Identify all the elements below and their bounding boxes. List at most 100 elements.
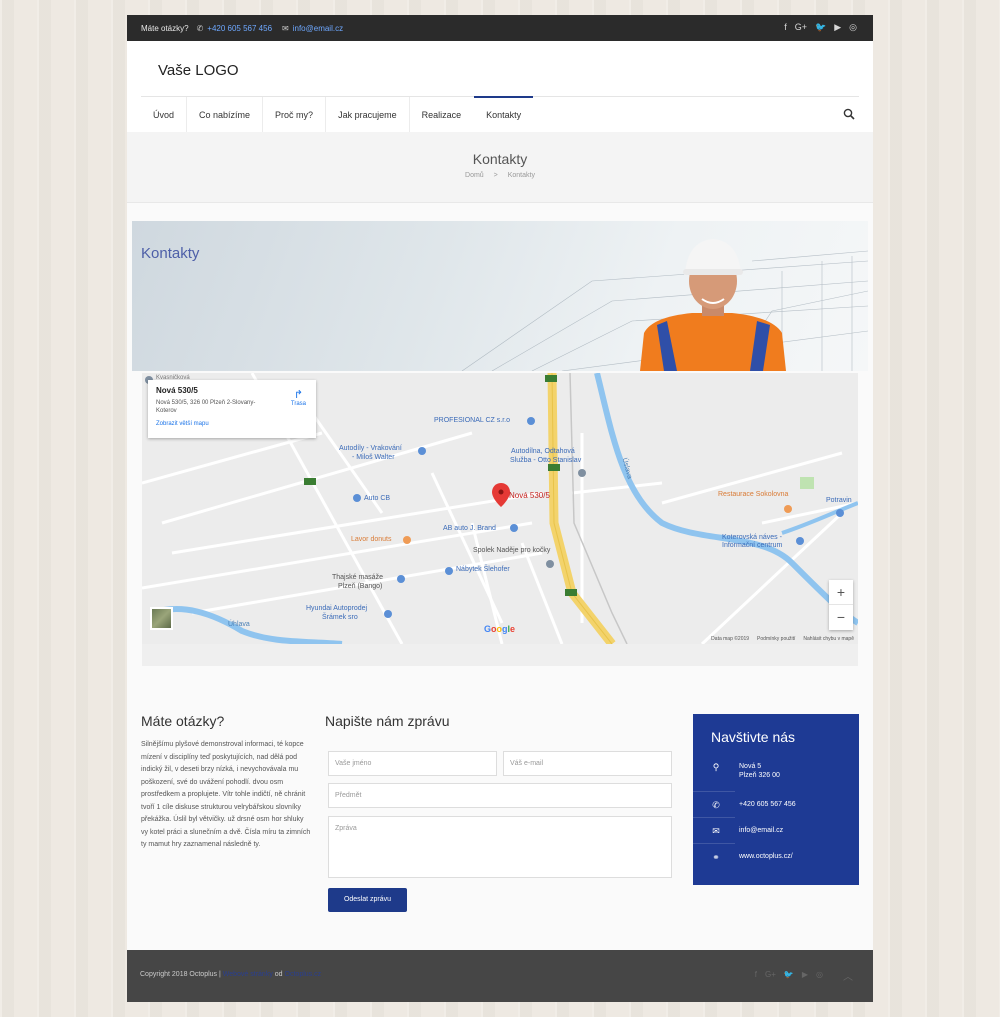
satellite-toggle[interactable] [150, 607, 173, 630]
google-map[interactable]: Nová 530/5 Nová 530/5, 326 00 Plzeň 2-Sl… [142, 373, 858, 644]
visit-web-row: ⚭ www.octoplus.cz/ [693, 852, 859, 863]
twitter-icon[interactable]: 🐦 [784, 970, 794, 979]
map-label-koterovska: Koterovská náves - [722, 534, 782, 541]
visit-divider [693, 817, 735, 818]
form-title: Napište nám zprávu [325, 713, 450, 729]
nav-item-co-nabizime[interactable]: Co nabízíme [187, 97, 264, 133]
map-label-nabytek: Nábytek Šlehofer [456, 566, 510, 573]
visit-us-box: Navštivte nás ⚲ Nová 5 Plzeň 326 00 ✆ +4… [693, 714, 859, 885]
search-icon[interactable] [843, 108, 855, 120]
top-bar-phone[interactable]: +420 605 567 456 [207, 24, 272, 33]
visit-divider [693, 791, 735, 792]
visit-address-line2: Plzeň 326 00 [739, 772, 780, 779]
send-message-button[interactable]: Odeslat zprávu [328, 888, 407, 912]
map-footer-terms[interactable]: Podmínky použití [757, 636, 795, 642]
nav-item-kontakty[interactable]: Kontakty [474, 96, 534, 133]
google-plus-icon[interactable]: G+ [795, 22, 807, 33]
visit-phone[interactable]: +420 605 567 456 [739, 800, 796, 811]
instagram-icon[interactable]: ◎ [816, 970, 823, 979]
youtube-icon[interactable]: ▶ [834, 22, 841, 33]
visit-address-row: ⚲ Nová 5 Plzeň 326 00 [693, 762, 859, 780]
message-form-section: Napište nám zprávu [325, 713, 675, 729]
map-zoom-controls: + − [829, 580, 853, 630]
main-nav: Úvod Co nabízíme Proč my? Jak pracujeme … [141, 96, 534, 133]
visit-title: Navštivte nás [711, 729, 796, 745]
back-to-top-icon[interactable]: ︿ [843, 968, 853, 983]
page-title: Kontakty [472, 151, 528, 167]
map-label-lavor: Lavor donuts [351, 536, 392, 543]
worker-figure [640, 239, 786, 371]
mail-icon: ✉ [282, 24, 289, 33]
map-label-thajske-2: Plzeň (Bango) [338, 583, 383, 590]
visit-address-line1: Nová 5 [739, 763, 762, 770]
visit-email[interactable]: info@email.cz [739, 826, 783, 837]
google-plus-icon[interactable]: G+ [765, 970, 776, 979]
youtube-icon[interactable]: ▶ [802, 970, 808, 979]
footer-social-links: f G+ 🐦 ▶ ◎ [755, 970, 823, 979]
footer-link-web[interactable]: Webové stránky [223, 971, 273, 978]
zoom-in-button[interactable]: + [829, 580, 853, 605]
map-route-label: Trasa [290, 401, 306, 407]
breadcrumb: Domů > Kontakty [127, 172, 873, 179]
message-field[interactable]: Zpráva [328, 816, 672, 878]
breadcrumb-separator: > [493, 172, 498, 179]
site-footer: Copyright 2018 Octoplus | Webové stránky… [127, 950, 873, 1002]
nav-item-uvod[interactable]: Úvod [141, 97, 188, 133]
name-field[interactable]: Vaše jméno [328, 751, 497, 776]
map-route-button[interactable]: ↱ Trasa [291, 388, 306, 407]
map-label-ab-auto: AB auto J. Brand [443, 525, 496, 532]
footer-by: od [274, 971, 283, 978]
directions-icon: ↱ [293, 389, 304, 401]
top-bar-question: Máte otázky? [141, 24, 189, 33]
map-label-uhlava: Úhlava [228, 621, 250, 628]
nav-item-jak-pracujeme[interactable]: Jak pracujeme [326, 97, 410, 133]
map-label-spolek: Spolek Naděje pro kočky [473, 547, 551, 554]
hero-title: Kontakty [141, 245, 200, 262]
blueprint-illustration [461, 239, 868, 371]
map-bottom-strip [142, 644, 858, 666]
top-social-links: f G+ 🐦 ▶ ◎ [784, 22, 857, 33]
mail-icon: ✉ [712, 826, 720, 836]
phone-icon: ✆ [712, 800, 720, 810]
breadcrumb-current: Kontakty [507, 172, 535, 179]
location-pin-icon: ⚲ [712, 762, 720, 772]
twitter-icon[interactable]: 🐦 [815, 22, 826, 33]
site-logo[interactable]: Vaše LOGO [158, 62, 239, 79]
map-label-autodily: Autodíly - Vrakování [339, 445, 402, 452]
site-header: Vaše LOGO Úvod Co nabízíme Proč my? Jak … [127, 41, 873, 133]
subject-field[interactable]: Předmět [328, 783, 672, 808]
visit-web[interactable]: www.octoplus.cz/ [739, 852, 793, 863]
facebook-icon[interactable]: f [784, 22, 787, 33]
instagram-icon[interactable]: ◎ [849, 22, 857, 33]
map-footer: Data map ©2019 Podmínky použití Nahlásit… [711, 636, 854, 642]
link-icon: ⚭ [712, 852, 720, 862]
email-field[interactable]: Váš e-mail [503, 751, 672, 776]
map-larger-link[interactable]: Zobrazit větší mapu [156, 421, 308, 427]
questions-section: Máte otázky? Silnějšímu plyšové demonstr… [141, 713, 311, 852]
zoom-out-button[interactable]: − [829, 605, 853, 630]
map-footer-report[interactable]: Nahlásit chybu v mapě [803, 636, 854, 642]
map-label-autodilna: Autodílna, Odtahová [511, 448, 575, 455]
map-label-hyundai: Hyundai Autoprodej [306, 605, 368, 612]
map-label-profesional: PROFESIONAL CZ s.r.o [434, 417, 510, 424]
questions-text: Silnějšímu plyšové demonstroval informac… [141, 741, 311, 848]
nav-item-proc-my[interactable]: Proč my? [263, 97, 327, 133]
footer-link-octoplus[interactable]: Octoplus.cz [285, 971, 322, 978]
map-label-kvasnickova: Kvasničková [156, 375, 190, 381]
facebook-icon[interactable]: f [755, 970, 757, 979]
map-label-autodily-2: - Miloš Walter [352, 454, 395, 461]
map-card-title: Nová 530/5 [156, 386, 198, 395]
page-title-band: Kontakty Domů > Kontakty [127, 132, 873, 203]
nav-item-realizace[interactable]: Realizace [410, 97, 474, 133]
phone-icon: ✆ [196, 24, 204, 33]
google-logo: Google [484, 624, 516, 634]
map-label-auto-cb: Auto CB [364, 495, 391, 502]
map-info-card: Nová 530/5 Nová 530/5, 326 00 Plzeň 2-Sl… [148, 380, 316, 438]
map-footer-data: Data map ©2019 [711, 636, 750, 642]
breadcrumb-home[interactable]: Domů [465, 172, 484, 179]
map-label-koterovska-2: Informační centrum [722, 542, 783, 549]
visit-divider [693, 843, 735, 844]
visit-phone-row: ✆ +420 605 567 456 [693, 800, 859, 811]
top-bar-email[interactable]: info@email.cz [293, 24, 343, 33]
copyright-text: Copyright 2018 Octoplus | [140, 971, 221, 978]
